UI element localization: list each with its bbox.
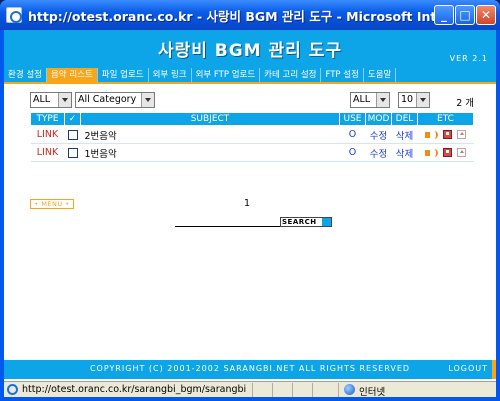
window-title: http://otest.oranc.co.kr - 사랑비 BGM 관리 도구…: [28, 9, 436, 24]
status-divider: [272, 383, 273, 397]
security-zone: 인터넷: [359, 387, 386, 398]
item-count: 2 개: [456, 98, 474, 109]
per-page-select[interactable]: 10: [398, 92, 430, 108]
maximize-button[interactable]: □: [455, 5, 475, 25]
version-label: VER 2.1: [449, 54, 488, 63]
menu-mini-button[interactable]: • MENU •: [30, 199, 74, 209]
col-etc: ETC: [417, 112, 474, 126]
col-del: DEL: [391, 112, 418, 126]
category-filter-select[interactable]: All Category: [75, 92, 155, 108]
menu-item-category-settings[interactable]: 카테 고리 설정: [260, 68, 322, 82]
row-edit-link[interactable]: 수정: [365, 143, 392, 162]
menu-item-help[interactable]: 도움말: [364, 68, 397, 82]
chevron-down-icon: [141, 93, 154, 107]
table-row: LINK 2번음악 O 수정 삭제: [30, 125, 474, 144]
row-etc: [417, 125, 474, 144]
page-content: 사랑비 BGM 관리 도구 VER 2.1 환경 설정 음악 리스트 파일 업로…: [4, 30, 496, 381]
header-banner: 사랑비 BGM 관리 도구 VER 2.1: [4, 30, 496, 68]
row-subject[interactable]: 1번음악: [80, 143, 340, 162]
status-bar: http://otest.oranc.co.kr/sarangbi_bgm/sa…: [4, 381, 496, 398]
row-use: O: [339, 143, 366, 162]
status-divider: [338, 383, 339, 397]
table-row: LINK 1번음악 O 수정 삭제: [30, 143, 474, 162]
logout-link[interactable]: LOGOUT: [448, 364, 488, 373]
row-edit-link[interactable]: 수정: [365, 125, 392, 144]
menu-item-external-ftp-upload[interactable]: 외부 FTP 업로드: [192, 68, 261, 82]
status-divider: [292, 383, 293, 397]
row-use: O: [339, 125, 366, 144]
chevron-down-icon: [416, 93, 429, 107]
row-type: LINK: [30, 125, 65, 144]
app-title: 사랑비 BGM 관리 도구: [157, 41, 343, 61]
move-up-icon[interactable]: [457, 148, 466, 157]
page-icon: [7, 384, 18, 395]
footer-accent: [492, 360, 496, 379]
type-filter-value: ALL: [33, 94, 51, 105]
minimize-button[interactable]: _: [434, 5, 454, 25]
row-delete-link[interactable]: 삭제: [391, 125, 418, 144]
music-table: TYPE ✓ SUBJECT USE MOD DEL ETC LINK 2번음악: [30, 112, 474, 162]
main-menu: 환경 설정 음악 리스트 파일 업로드 외부 링크 외부 FTP 업로드 카테 …: [4, 68, 496, 82]
menu-item-file-upload[interactable]: 파일 업로드: [98, 68, 149, 82]
page-number[interactable]: 1: [244, 198, 250, 209]
row-etc: [417, 143, 474, 162]
use-filter-select[interactable]: ALL: [350, 92, 390, 108]
menu-item-ftp-settings[interactable]: FTP 설정: [321, 68, 364, 82]
col-use: USE: [339, 112, 366, 126]
search-button[interactable]: SEARCH: [280, 217, 332, 227]
col-check[interactable]: ✓: [64, 112, 81, 126]
row-type: LINK: [30, 143, 65, 162]
menu-item-external-link[interactable]: 외부 링크: [149, 68, 192, 82]
search-button-label: SEARCH: [282, 218, 317, 226]
col-mod: MOD: [365, 112, 392, 126]
footer: COPYRIGHT (C) 2001-2002 SARANGBI.NET ALL…: [4, 360, 496, 379]
filter-row: ALL All Category ALL 10 2 개: [30, 92, 480, 110]
row-checkbox[interactable]: [67, 147, 78, 158]
menu-divider: [4, 82, 496, 84]
globe-icon: [344, 384, 355, 395]
speaker-icon[interactable]: [425, 148, 438, 157]
category-filter-value: All Category: [78, 94, 137, 105]
row-check-cell: [64, 125, 81, 144]
table-header-row: TYPE ✓ SUBJECT USE MOD DEL ETC: [30, 112, 474, 126]
use-filter-value: ALL: [353, 94, 371, 105]
col-subject: SUBJECT: [80, 112, 340, 126]
status-url: http://otest.oranc.co.kr/sarangbi_bgm/sa…: [22, 384, 247, 395]
per-page-value: 10: [401, 94, 414, 105]
browser-window: http://otest.oranc.co.kr - 사랑비 BGM 관리 도구…: [0, 0, 500, 401]
row-delete-link[interactable]: 삭제: [391, 143, 418, 162]
status-divider: [252, 383, 253, 397]
type-filter-select[interactable]: ALL: [30, 92, 72, 108]
save-icon[interactable]: [443, 148, 452, 157]
speaker-icon[interactable]: [425, 130, 438, 139]
row-checkbox[interactable]: [67, 129, 78, 140]
ie-icon: [6, 7, 22, 23]
row-subject[interactable]: 2번음악: [80, 125, 340, 144]
search-go-icon: [322, 218, 331, 226]
save-icon[interactable]: [443, 130, 452, 139]
status-divider: [312, 383, 313, 397]
copyright-text: COPYRIGHT (C) 2001-2002 SARANGBI.NET ALL…: [89, 364, 411, 373]
row-check-cell: [64, 143, 81, 162]
music-list-panel: ALL All Category ALL 10 2 개 TYPE ✓ SUBJE…: [30, 92, 480, 227]
chevron-down-icon: [58, 93, 71, 107]
col-type: TYPE: [30, 112, 65, 126]
chevron-down-icon: [376, 93, 389, 107]
move-up-icon[interactable]: [457, 130, 466, 139]
title-bar: http://otest.oranc.co.kr - 사랑비 BGM 관리 도구…: [0, 0, 500, 30]
menu-item-settings[interactable]: 환경 설정: [4, 68, 47, 82]
close-button[interactable]: ✕: [476, 5, 496, 25]
menu-item-music-list[interactable]: 음악 리스트: [46, 68, 98, 82]
